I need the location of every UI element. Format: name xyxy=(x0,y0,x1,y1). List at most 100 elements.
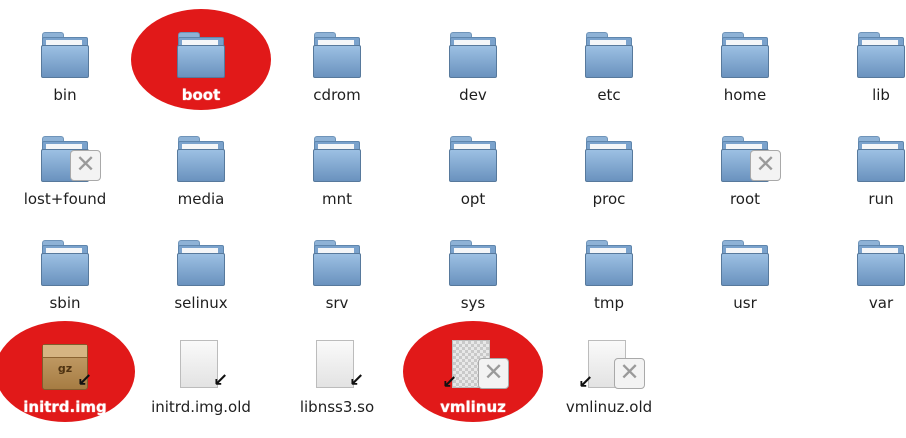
file-item[interactable]: ↙ initrd.img.old xyxy=(141,322,261,426)
file-label: home xyxy=(723,86,767,104)
symlink-arrow-icon: ↙ xyxy=(578,372,594,393)
file-label: run xyxy=(868,190,894,208)
no-access-icon: ✕ xyxy=(478,358,509,389)
file-item[interactable]: sys xyxy=(413,218,533,322)
file-label: lost+found xyxy=(23,190,107,208)
document-icon: ↙ xyxy=(176,340,228,390)
folder-front xyxy=(449,149,497,182)
file-item[interactable]: bin xyxy=(5,10,125,114)
folder-front xyxy=(449,253,497,286)
folder-front xyxy=(177,149,225,182)
file-item[interactable]: media xyxy=(141,114,261,218)
file-item[interactable]: ↙ ✕ vmlinuz.old xyxy=(549,322,669,426)
file-item[interactable]: ↙ ✕ vmlinuz xyxy=(403,321,543,426)
file-label: boot xyxy=(181,86,221,104)
folder-icon xyxy=(176,32,226,78)
no-access-icon: ✕ xyxy=(70,150,101,181)
file-item[interactable]: srv xyxy=(277,218,397,322)
document-icon: ↙ ✕ xyxy=(578,340,645,392)
file-label: vmlinuz xyxy=(440,398,506,416)
folder-front xyxy=(721,253,769,286)
file-label: vmlinuz.old xyxy=(565,398,653,416)
folder-front xyxy=(721,45,769,78)
file-item[interactable]: opt xyxy=(413,114,533,218)
symlink-arrow-icon: ↙ xyxy=(349,370,365,391)
folder-front xyxy=(585,45,633,78)
folder-icon xyxy=(856,240,906,286)
symlink-arrow-icon: ↙ xyxy=(213,370,229,391)
folder-icon: ✕ xyxy=(720,136,781,182)
file-item[interactable]: tmp xyxy=(549,218,669,322)
file-label: sys xyxy=(460,294,486,312)
archive-flap xyxy=(43,345,87,358)
folder-front xyxy=(313,149,361,182)
file-label: tmp xyxy=(593,294,624,312)
file-label: mnt xyxy=(322,190,352,208)
folder-icon xyxy=(40,32,90,78)
folder-front xyxy=(177,253,225,286)
folder-icon xyxy=(584,32,634,78)
file-label: root xyxy=(729,190,761,208)
folder-icon xyxy=(584,136,634,182)
folder-front xyxy=(41,253,89,286)
file-item[interactable]: selinux xyxy=(141,218,261,322)
file-item[interactable]: mnt xyxy=(277,114,397,218)
folder-front xyxy=(857,253,905,286)
file-item[interactable]: sbin xyxy=(5,218,125,322)
file-item[interactable]: ✕ root xyxy=(685,114,805,218)
file-item[interactable]: cdrom xyxy=(277,10,397,114)
file-item[interactable]: gz ↙ initrd.img xyxy=(0,321,135,426)
file-item[interactable]: boot xyxy=(131,9,271,114)
symlink-arrow-icon: ↙ xyxy=(77,370,93,391)
file-item[interactable]: lib xyxy=(821,10,906,114)
folder-front xyxy=(857,149,905,182)
folder-icon xyxy=(856,32,906,78)
file-label: dev xyxy=(459,86,487,104)
folder-icon xyxy=(176,240,226,286)
folder-front xyxy=(313,253,361,286)
file-label: bin xyxy=(53,86,77,104)
file-item[interactable]: ↙ libnss3.so xyxy=(277,322,397,426)
file-label: libnss3.so xyxy=(299,398,375,416)
file-item[interactable]: usr xyxy=(685,218,805,322)
document-icon: ↙ xyxy=(312,340,364,390)
folder-icon xyxy=(312,32,362,78)
folder-front xyxy=(449,45,497,78)
file-item[interactable]: ✕ lost+found xyxy=(5,114,125,218)
file-label: var xyxy=(868,294,894,312)
file-item[interactable]: home xyxy=(685,10,805,114)
folder-icon xyxy=(176,136,226,182)
file-item[interactable]: etc xyxy=(549,10,669,114)
file-item[interactable]: var xyxy=(821,218,906,322)
file-label: media xyxy=(177,190,225,208)
file-label: cdrom xyxy=(313,86,361,104)
symlink-arrow-icon: ↙ xyxy=(442,372,458,393)
folder-front xyxy=(585,253,633,286)
folder-icon xyxy=(312,136,362,182)
file-item[interactable]: run xyxy=(821,114,906,218)
folder-front xyxy=(177,45,225,78)
no-access-icon: ✕ xyxy=(750,150,781,181)
file-label: selinux xyxy=(174,294,228,312)
file-label: opt xyxy=(460,190,486,208)
file-label: sbin xyxy=(49,294,81,312)
folder-icon xyxy=(720,240,770,286)
folder-icon xyxy=(584,240,634,286)
file-label: proc xyxy=(592,190,626,208)
folder-icon: ✕ xyxy=(40,136,101,182)
binary-document-icon: ↙ ✕ xyxy=(442,340,509,392)
file-label: initrd.img.old xyxy=(151,398,251,416)
folder-front xyxy=(857,45,905,78)
file-label: usr xyxy=(733,294,757,312)
folder-icon xyxy=(448,32,498,78)
folder-icon xyxy=(720,32,770,78)
folder-front xyxy=(41,45,89,78)
file-item[interactable]: proc xyxy=(549,114,669,218)
archive-icon: gz ↙ xyxy=(40,344,92,390)
file-label: initrd.img xyxy=(23,398,107,416)
folder-icon xyxy=(448,240,498,286)
file-item[interactable]: dev xyxy=(413,10,533,114)
folder-front xyxy=(585,149,633,182)
file-label: srv xyxy=(325,294,349,312)
file-label: lib xyxy=(872,86,890,104)
